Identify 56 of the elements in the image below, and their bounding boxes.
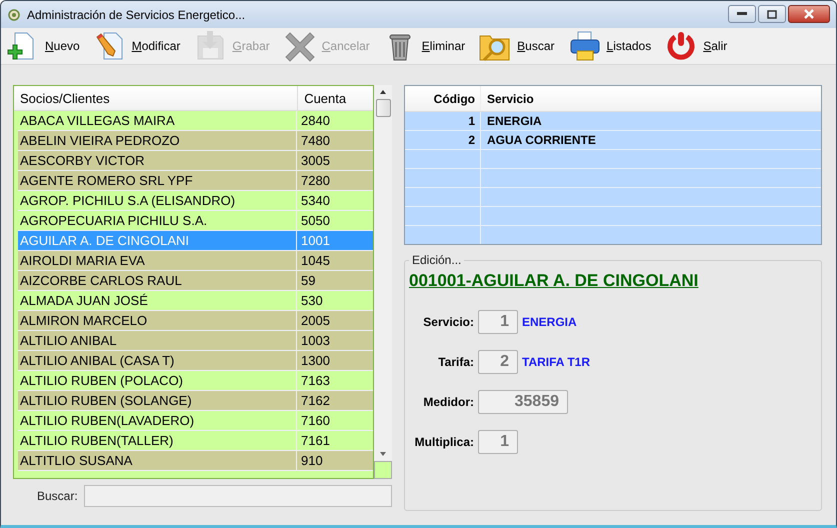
client-row[interactable]: AGROP. PICHILU S.A (ELISANDRO) 5340 xyxy=(18,191,373,211)
group-legend: Edición... xyxy=(409,253,464,267)
toolbar-button[interactable]: Listados xyxy=(568,30,652,62)
toolbar-button[interactable]: Eliminar xyxy=(384,30,466,62)
search-field[interactable] xyxy=(84,485,392,507)
input-field[interactable]: 1 xyxy=(478,310,518,334)
client-row[interactable]: ALTILIO RUBEN(LAVADERO) 7160 xyxy=(18,411,373,431)
input-field[interactable]: 1 xyxy=(478,430,518,454)
client-row[interactable]: AGENTE ROMERO SRL YPF 7280 xyxy=(18,171,373,191)
service-row[interactable]: 2 AGUA CORRIENTE xyxy=(405,131,821,150)
client-row[interactable]: AIROLDI MARIA EVA 1045 xyxy=(18,251,373,271)
maximize-icon xyxy=(767,10,777,18)
close-button[interactable] xyxy=(788,5,830,23)
cross-icon xyxy=(284,30,316,62)
client-row[interactable]: ALTILIO ANIBAL (CASA T) 1300 xyxy=(18,351,373,371)
toolbar-button[interactable]: Salir xyxy=(665,30,728,62)
client-row[interactable]: ABELIN VIEIRA PEDROZO 7480 xyxy=(18,131,373,151)
toolbar-button[interactable]: Modificar xyxy=(94,30,180,62)
input-field[interactable]: 35859 xyxy=(478,390,568,414)
field-label: Tarifa: xyxy=(437,355,474,369)
client-row[interactable]: ALTITLIO SUSANA 910 xyxy=(18,451,373,471)
window-title: Administración de Servicios Energetico... xyxy=(27,8,246,22)
client-row[interactable]: ALTILIO RUBEN (POLACO) 7163 xyxy=(18,371,373,391)
toolbar-button[interactable]: Nuevo xyxy=(7,30,80,62)
client-row[interactable]: ALTILIO RUBEN(TALLER) 7161 xyxy=(18,431,373,451)
minimize-button[interactable] xyxy=(728,5,756,23)
field-description: TARIFA T1R xyxy=(522,355,590,369)
client-row[interactable]: ALTILIO RUBEN (SOLANGE) 7162 xyxy=(18,391,373,411)
column-header[interactable]: Socios/Clientes xyxy=(14,86,298,110)
input-field[interactable]: 2 xyxy=(478,350,518,374)
client-row[interactable]: AESCORBY VICTOR 3005 xyxy=(18,151,373,171)
field-label: Servicio: xyxy=(422,315,474,329)
toolbar-button[interactable]: Buscar xyxy=(479,30,554,62)
client-row[interactable]: ABACA VILLEGAS MAIRA 2840 xyxy=(18,111,373,131)
column-header[interactable]: Código xyxy=(405,86,481,111)
service-row[interactable]: 1 ENERGIA xyxy=(405,112,821,131)
app-icon xyxy=(7,8,21,22)
minimize-icon xyxy=(737,12,747,16)
client-row[interactable]: AIZCORBE CARLOS RAUL 59 xyxy=(18,271,373,291)
scroll-thumb[interactable] xyxy=(376,99,390,117)
column-header[interactable]: Cuenta xyxy=(298,86,373,110)
client-row[interactable]: AGROPECUARIA PICHILU S.A. 5050 xyxy=(18,211,373,231)
client-row[interactable]: ALMIRON MARCELO 2005 xyxy=(18,311,373,331)
maximize-button[interactable] xyxy=(758,5,786,23)
power-icon xyxy=(665,30,698,62)
search-label: Buscar: xyxy=(37,489,78,503)
scroll-bar[interactable] xyxy=(374,85,392,479)
field-label: Medidor: xyxy=(422,395,474,409)
close-icon xyxy=(803,9,815,19)
printer-icon xyxy=(568,30,600,62)
field-description: ENERGIA xyxy=(522,315,577,329)
client-row[interactable]: ALTILIO ANIBAL 1003 xyxy=(18,331,373,351)
column-header[interactable]: Servicio xyxy=(481,86,534,111)
client-heading: 001001-AGUILAR A. DE CINGOLANI xyxy=(409,271,700,291)
client-row[interactable]: ALMADA JUAN JOSÉ 530 xyxy=(18,291,373,311)
field-label: Multiplica: xyxy=(414,435,474,449)
